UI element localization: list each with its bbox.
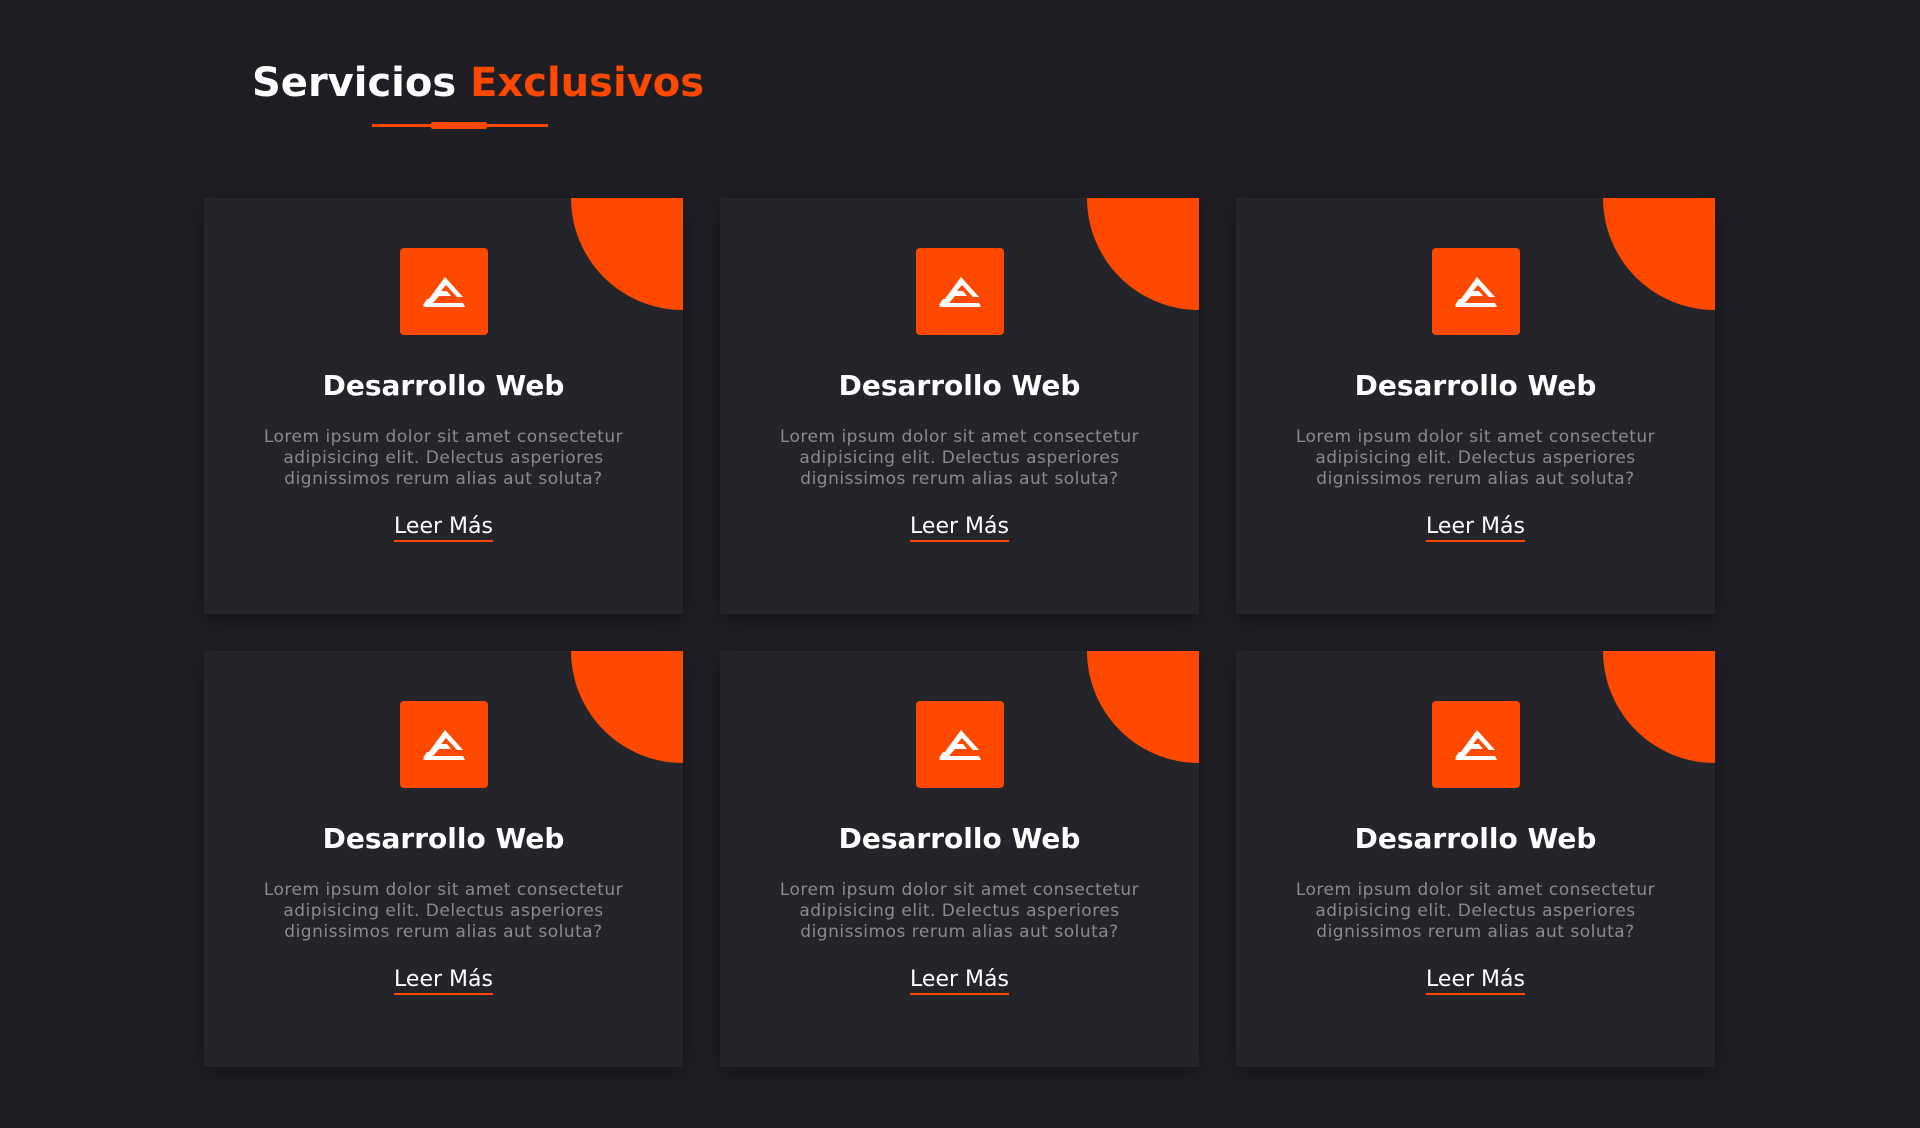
card-title: Desarrollo Web [838, 822, 1081, 855]
brand-logo-icon [422, 276, 465, 307]
read-more-link[interactable]: Leer Más [394, 514, 493, 542]
service-icon-box [399, 701, 488, 788]
card-title: Desarrollo Web [322, 369, 565, 402]
service-icon-box [399, 248, 488, 335]
card-description: Lorem ipsum dolor sit amet consectetur a… [779, 427, 1140, 489]
card-description: Lorem ipsum dolor sit amet consectetur a… [263, 880, 624, 942]
corner-circle-decoration [571, 198, 683, 310]
corner-circle-decoration [1603, 651, 1715, 763]
brand-logo-icon [1454, 729, 1497, 760]
section-header: Servicios Exclusivos [252, 60, 704, 129]
service-card: Desarrollo Web Lorem ipsum dolor sit ame… [1236, 651, 1715, 1067]
card-description: Lorem ipsum dolor sit amet consectetur a… [779, 880, 1140, 942]
page-title: Servicios Exclusivos [252, 60, 704, 106]
read-more-link[interactable]: Leer Más [1426, 967, 1525, 995]
card-description: Lorem ipsum dolor sit amet consectetur a… [1295, 880, 1656, 942]
service-icon-box [915, 248, 1004, 335]
corner-circle-decoration [1087, 198, 1199, 310]
service-card: Desarrollo Web Lorem ipsum dolor sit ame… [204, 198, 683, 614]
card-description: Lorem ipsum dolor sit amet consectetur a… [1295, 427, 1656, 489]
brand-logo-icon [938, 276, 981, 307]
service-card: Desarrollo Web Lorem ipsum dolor sit ame… [720, 651, 1199, 1067]
title-accent: Exclusivos [470, 60, 705, 106]
services-section: Servicios Exclusivos Desarrollo Web Lore… [0, 0, 1920, 1128]
service-card: Desarrollo Web Lorem ipsum dolor sit ame… [720, 198, 1199, 614]
service-card: Desarrollo Web Lorem ipsum dolor sit ame… [1236, 198, 1715, 614]
card-title: Desarrollo Web [1354, 369, 1597, 402]
brand-logo-icon [1454, 276, 1497, 307]
title-underline [372, 122, 548, 129]
read-more-link[interactable]: Leer Más [910, 514, 1009, 542]
title-underline-highlight [431, 122, 487, 129]
corner-circle-decoration [1603, 198, 1715, 310]
card-title: Desarrollo Web [1354, 822, 1597, 855]
card-title: Desarrollo Web [322, 822, 565, 855]
title-white: Servicios [252, 60, 457, 106]
read-more-link[interactable]: Leer Más [1426, 514, 1525, 542]
service-icon-box [1431, 248, 1520, 335]
card-description: Lorem ipsum dolor sit amet consectetur a… [263, 427, 624, 489]
corner-circle-decoration [571, 651, 683, 763]
brand-logo-icon [938, 729, 981, 760]
card-title: Desarrollo Web [838, 369, 1081, 402]
service-icon-box [915, 701, 1004, 788]
brand-logo-icon [422, 729, 465, 760]
service-card: Desarrollo Web Lorem ipsum dolor sit ame… [204, 651, 683, 1067]
read-more-link[interactable]: Leer Más [910, 967, 1009, 995]
service-icon-box [1431, 701, 1520, 788]
corner-circle-decoration [1087, 651, 1199, 763]
read-more-link[interactable]: Leer Más [394, 967, 493, 995]
services-grid: Desarrollo Web Lorem ipsum dolor sit ame… [204, 198, 1715, 1067]
